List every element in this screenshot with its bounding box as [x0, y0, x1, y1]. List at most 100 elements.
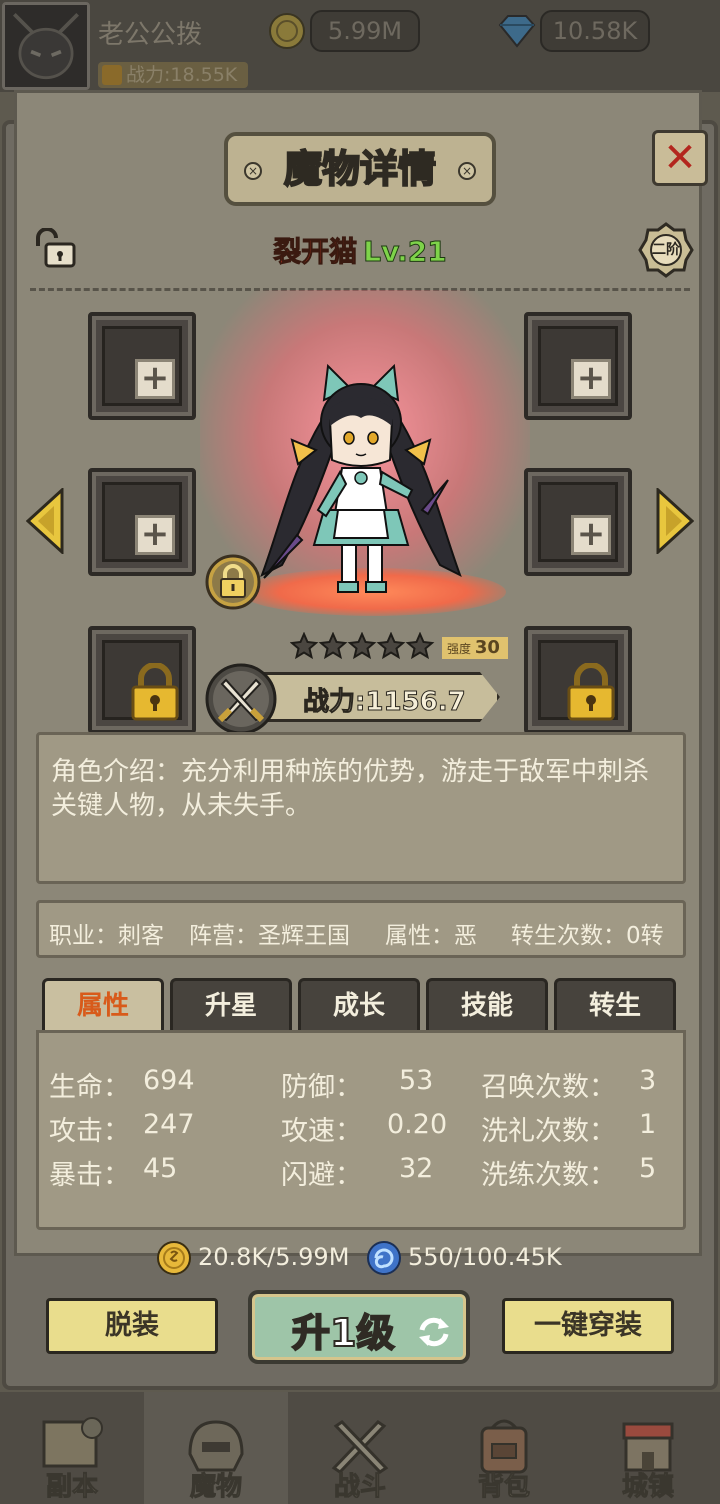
- crit-label: 暴击：: [49, 1160, 130, 1191]
- tab-skills[interactable]: 技能: [426, 978, 548, 1034]
- unlock-icon[interactable]: [32, 228, 78, 270]
- padlock-icon: [131, 663, 179, 721]
- diamond-icon: [498, 15, 536, 48]
- level-up-label: 升1级: [291, 1310, 395, 1356]
- equip-slot-3[interactable]: +: [88, 468, 196, 576]
- tab-rebirth[interactable]: 转生: [554, 978, 676, 1034]
- monster-name-level: 裂开猫 Lv.21: [200, 230, 520, 270]
- monster-name: 裂开猫: [273, 235, 358, 269]
- equip-slot-locked-1[interactable]: [88, 626, 196, 734]
- gold-amount: 5.99M: [310, 10, 420, 52]
- plus-icon: +: [135, 515, 175, 555]
- star-rating: [290, 632, 435, 660]
- bolt-right-icon: ×: [458, 162, 476, 180]
- summon-count-label: 召唤次数：: [481, 1072, 616, 1103]
- player-avatar[interactable]: [2, 2, 90, 90]
- nav-dungeon-label: 副本: [45, 1472, 98, 1503]
- essence-orb-icon: [367, 1241, 401, 1275]
- plus-icon: +: [571, 515, 611, 555]
- essence-cost-text: 550/100.45K: [408, 1243, 562, 1271]
- top-bar: 老公公拨 战力:18.55K 5.99M 10.58K: [0, 0, 720, 92]
- nav-backpack[interactable]: 背包: [432, 1392, 576, 1504]
- tab-growth[interactable]: 成长: [298, 978, 420, 1034]
- stats-panel: 生命： 694 攻击： 247 暴击： 45 防御： 53 攻速： 0.20 闪…: [36, 1030, 686, 1230]
- job-text: 职业：刺客: [49, 923, 164, 949]
- avatar-portrait-icon: [5, 5, 87, 87]
- star-icon: [290, 632, 319, 660]
- hp-label: 生命：: [49, 1072, 130, 1103]
- monster-level: Lv.21: [363, 235, 447, 269]
- previous-monster-arrow-icon[interactable]: [26, 488, 64, 554]
- attack-label: 攻击：: [49, 1116, 130, 1147]
- nav-battle[interactable]: 战斗: [288, 1392, 432, 1504]
- gold-cost-text: 20.8K/5.99M: [198, 1243, 350, 1271]
- gold-coin-icon: [157, 1241, 191, 1275]
- combat-power-bar: 战力:1156.7: [250, 672, 500, 722]
- refine-count-label: 洗练次数：: [481, 1160, 616, 1191]
- star-icon: [318, 632, 348, 660]
- next-monster-arrow-icon[interactable]: [656, 488, 694, 554]
- monster-introduction: 角色介绍：充分利用种族的优势，游走于敌军中刺杀关键人物，从未失手。: [36, 732, 686, 884]
- panel-title-plate: × 魔物详情 ×: [224, 132, 496, 206]
- defense-label: 防御：: [281, 1072, 362, 1103]
- nav-battle-label: 战斗: [333, 1472, 386, 1503]
- rank-text: 二阶: [652, 242, 680, 258]
- equip-all-button[interactable]: 一键穿装: [502, 1298, 674, 1354]
- refine-count-value: 5: [639, 1153, 657, 1184]
- faction-text: 阵营：圣辉王国: [189, 923, 350, 949]
- nav-backpack-label: 背包: [477, 1472, 530, 1503]
- equip-slot-2[interactable]: +: [524, 312, 632, 420]
- monster-lock-toggle-icon[interactable]: [204, 553, 262, 611]
- trophy-icon: [102, 65, 122, 85]
- bottom-navigation: 副本 魔物 战斗 背包 城镇: [0, 1392, 720, 1504]
- star-icon: [347, 632, 377, 660]
- diamond-amount: 10.58K: [540, 10, 650, 52]
- essence-cost: 550/100.45K: [366, 1240, 586, 1276]
- tab-attributes[interactable]: 属性: [42, 978, 164, 1034]
- star-icon: [405, 632, 435, 660]
- star-icon: [376, 632, 406, 660]
- nav-monster[interactable]: 魔物: [144, 1392, 288, 1504]
- gold-cost: 20.8K/5.99M: [156, 1240, 356, 1276]
- close-button[interactable]: ✕: [652, 130, 708, 186]
- bolt-left-icon: ×: [244, 162, 262, 180]
- level-up-button[interactable]: 升1级: [248, 1290, 470, 1364]
- strength-badge: 强度 30: [442, 637, 508, 659]
- player-power-text: 战力:18.55K: [126, 64, 238, 86]
- nav-dungeon[interactable]: 副本: [0, 1392, 144, 1504]
- reborn-count-text: 转生次数：0转: [511, 923, 664, 949]
- baptism-count-value: 1: [639, 1109, 657, 1140]
- refresh-icon: [419, 1317, 449, 1347]
- panel-title: 魔物详情: [283, 146, 437, 192]
- attack-speed-value: 0.20: [387, 1109, 448, 1140]
- unequip-button[interactable]: 脱装: [46, 1298, 218, 1354]
- dodge-label: 闪避：: [281, 1160, 362, 1191]
- player-power: 战力:18.55K: [98, 62, 248, 88]
- monster-character-illustration: [260, 363, 462, 593]
- equip-slot-locked-2[interactable]: [524, 626, 632, 734]
- attribute-text: 属性：恶: [385, 923, 477, 949]
- baptism-count-label: 洗礼次数：: [481, 1116, 616, 1147]
- summon-count-value: 3: [639, 1065, 657, 1096]
- nav-town[interactable]: 城镇: [576, 1392, 720, 1504]
- crit-value: 45: [143, 1153, 178, 1184]
- crossed-swords-icon: [205, 663, 277, 735]
- nav-monster-label: 魔物: [189, 1472, 242, 1503]
- nav-town-label: 城镇: [621, 1472, 674, 1503]
- rank-badge: 二阶: [638, 222, 694, 278]
- tab-star-up[interactable]: 升星: [170, 978, 292, 1034]
- hp-value: 694: [143, 1065, 195, 1096]
- equip-slot-4[interactable]: +: [524, 468, 632, 576]
- attack-speed-label: 攻速：: [281, 1116, 362, 1147]
- defense-value: 53: [399, 1065, 434, 1096]
- strength-label: 强度: [447, 642, 472, 656]
- combat-power-text: 战力:1156.7: [303, 687, 467, 718]
- attack-value: 247: [143, 1109, 195, 1140]
- player-name: 老公公拨: [98, 20, 203, 50]
- plus-icon: +: [135, 359, 175, 399]
- equip-slot-1[interactable]: +: [88, 312, 196, 420]
- gold-coin-icon: [269, 13, 305, 49]
- plus-icon: +: [571, 359, 611, 399]
- strength-value: 30: [474, 637, 500, 658]
- dodge-value: 32: [399, 1153, 434, 1184]
